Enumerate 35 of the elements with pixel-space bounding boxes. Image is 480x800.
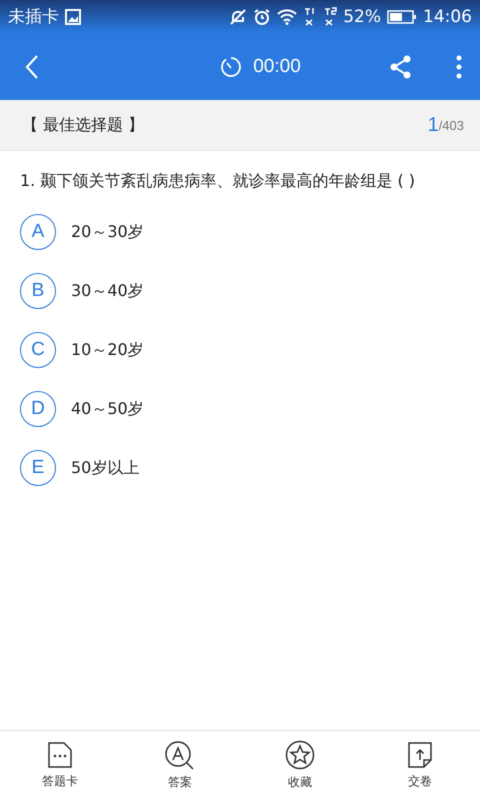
document-icon xyxy=(47,741,73,769)
timer-text: 00:00 xyxy=(253,56,301,78)
option-text: 10～20岁 xyxy=(71,340,144,360)
more-menu-button[interactable] xyxy=(456,54,462,78)
no-signal-icon xyxy=(323,6,338,26)
option-text: 30～40岁 xyxy=(71,280,144,302)
option-letter-button[interactable]: B xyxy=(20,273,56,309)
clock-time: 14:06 xyxy=(423,6,472,26)
image-icon xyxy=(65,8,81,24)
stopwatch-icon xyxy=(219,54,244,78)
current-question-number: 1 xyxy=(428,114,439,136)
option-letter-button[interactable]: C xyxy=(20,332,56,368)
total-questions: /403 xyxy=(438,118,464,132)
nav-tab[interactable]: 答题卡 xyxy=(0,731,120,800)
battery-percent: 52% xyxy=(343,6,381,26)
carrier-text: 未插卡 xyxy=(8,6,59,28)
alarm-icon xyxy=(253,8,272,26)
option-text: 50岁以上 xyxy=(71,458,140,478)
option-letter-button[interactable]: A xyxy=(20,214,56,250)
option-letter-button[interactable]: E xyxy=(20,450,56,486)
wifi-icon xyxy=(277,8,298,24)
upload-document-icon xyxy=(407,741,433,769)
option-text: 40～50岁 xyxy=(71,398,144,420)
share-button[interactable] xyxy=(390,54,412,78)
option-text: 20～30岁 xyxy=(71,222,144,242)
nav-tab[interactable]: 收藏 xyxy=(240,731,360,800)
answer-search-icon xyxy=(164,740,196,770)
question-text: 1. 颞下颌关节紊乱病患病率、就诊率最高的年龄组是 ( ) xyxy=(19,170,416,192)
mute-icon xyxy=(229,8,248,26)
option-letter-button[interactable]: D xyxy=(20,391,56,427)
battery-icon xyxy=(387,8,417,24)
question-type-title: 【 最佳选择题 】 xyxy=(22,114,146,136)
nav-tab[interactable]: 答案 xyxy=(120,731,240,800)
nav-tab[interactable]: 交卷 xyxy=(360,731,480,800)
back-button[interactable] xyxy=(24,54,40,80)
